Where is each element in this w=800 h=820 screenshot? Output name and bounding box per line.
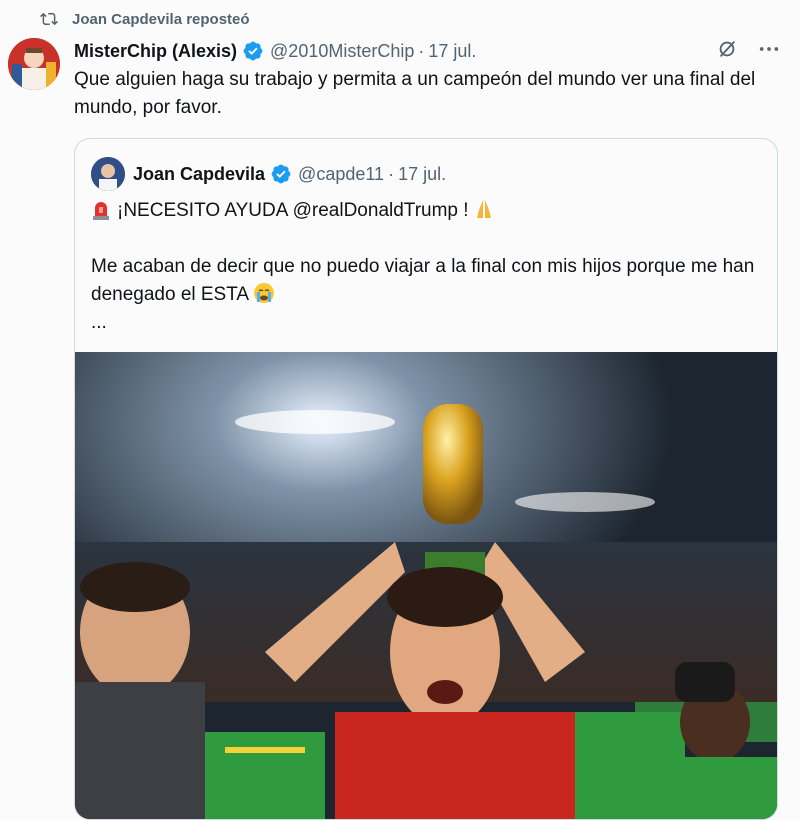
quote-author-handle[interactable]: @capde11 (298, 164, 384, 185)
author-avatar[interactable] (8, 38, 60, 90)
author-name[interactable]: MisterChip (Alexis) (74, 41, 237, 62)
verified-badge-icon[interactable] (242, 40, 264, 62)
quote-line-3: ... (91, 312, 107, 333)
author-handle[interactable]: @2010MisterChip (270, 41, 414, 62)
siren-emoji (93, 202, 109, 220)
repost-label: Joan Capdevila reposteó (72, 10, 250, 28)
quote-photo[interactable] (75, 352, 777, 819)
quote-line-1: ¡NECESITO AYUDA @realDonaldTrump ! (91, 197, 771, 225)
crying-emoji (254, 283, 275, 303)
more-icon[interactable] (758, 38, 780, 60)
quoted-tweet[interactable]: Joan Capdevila @capde11 · 17 jul. ¡NECES… (74, 138, 778, 820)
tweet-actions (716, 38, 780, 60)
grok-icon[interactable] (716, 38, 738, 60)
repost-icon (40, 12, 58, 26)
separator: · (418, 40, 425, 61)
quote-header: Joan Capdevila @capde11 · 17 jul. (91, 157, 446, 191)
tweet-header: MisterChip (Alexis) @2010MisterChip · 17… (74, 38, 780, 64)
verified-badge-icon[interactable] (270, 163, 292, 185)
quote-author-avatar[interactable] (91, 157, 125, 191)
quote-text: ¡NECESITO AYUDA @realDonaldTrump ! Me ac… (91, 197, 771, 337)
pray-emoji (476, 200, 491, 218)
repost-indicator[interactable]: Joan Capdevila reposteó (40, 8, 250, 30)
quote-line-1-text: ¡NECESITO AYUDA @realDonaldTrump ! (117, 200, 469, 221)
quote-author-name[interactable]: Joan Capdevila (133, 164, 265, 185)
quote-line-2: Me acaban de decir que no puedo viajar a… (91, 253, 771, 309)
quote-date[interactable]: 17 jul. (398, 164, 446, 185)
quote-line-2-text: Me acaban de decir que no puedo viajar a… (91, 256, 755, 305)
tweet-text: Que alguien haga su trabajo y permita a … (74, 69, 756, 118)
tweet-date[interactable]: 17 jul. (428, 41, 476, 62)
separator: · (388, 163, 395, 184)
